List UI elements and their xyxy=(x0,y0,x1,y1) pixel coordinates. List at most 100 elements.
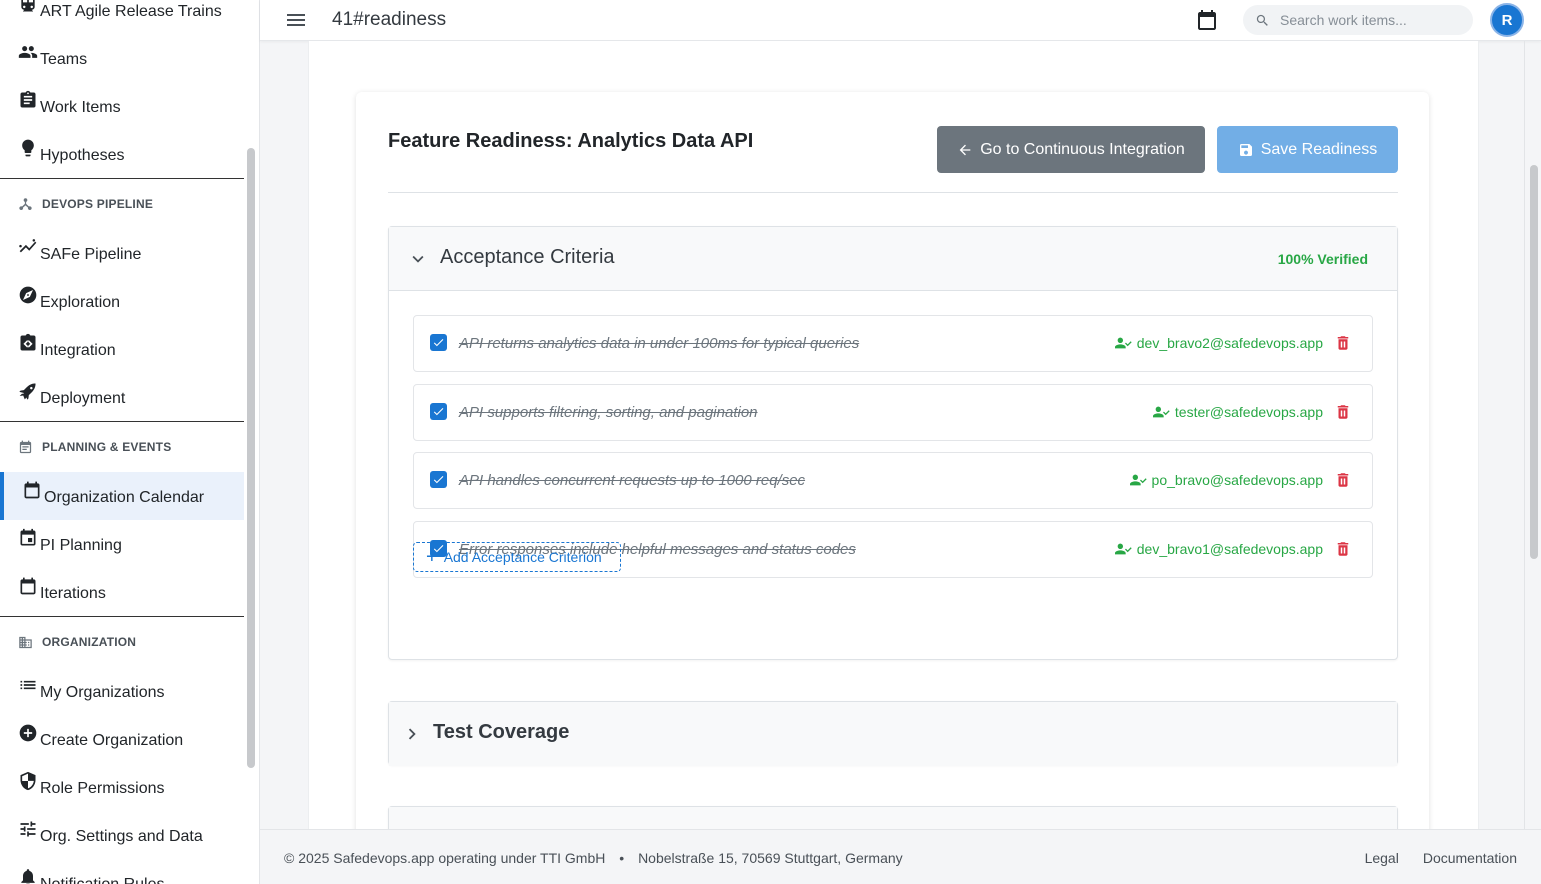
legal-link[interactable]: Legal xyxy=(1365,850,1399,866)
card-title: Feature Readiness: Analytics Data API xyxy=(388,130,754,152)
acceptance-criteria-header[interactable]: Acceptance Criteria 100% Verified xyxy=(389,227,1397,291)
footer-separator: • xyxy=(619,850,625,866)
acceptance-criteria-title: Acceptance Criteria xyxy=(440,246,615,268)
sidebar-item-label: PI Planning xyxy=(40,537,122,554)
sidebar-item-teams[interactable]: Teams xyxy=(0,34,244,82)
trash-icon[interactable] xyxy=(1334,540,1352,558)
sidebar-item-my-organizations[interactable]: My Organizations xyxy=(0,667,244,715)
list-icon xyxy=(18,675,40,697)
calendar-icon xyxy=(22,480,44,502)
sidebar-item-label: Role Permissions xyxy=(40,780,165,797)
user-check-icon xyxy=(1152,406,1170,418)
trash-icon[interactable] xyxy=(1334,334,1352,352)
chart-line-icon xyxy=(18,237,40,259)
criterion-text[interactable]: API returns analytics data in under 100m… xyxy=(459,335,859,352)
save-readiness-button[interactable]: Save Readiness xyxy=(1217,126,1398,173)
assignee-email: dev_bravo1@safedevops.app xyxy=(1136,541,1323,557)
sidebar-item-label: Integration xyxy=(40,342,116,359)
code-file-icon xyxy=(18,333,40,355)
trash-icon[interactable] xyxy=(1334,403,1352,421)
sidebar-item-label: Notification Rules xyxy=(40,876,165,884)
tune-icon xyxy=(18,819,40,841)
next-panel-header[interactable] xyxy=(389,807,1397,829)
main-content: Feature Readiness: Analytics Data API Go… xyxy=(260,41,1541,829)
criterion-text[interactable]: API supports filtering, sorting, and pag… xyxy=(459,404,758,421)
save-readiness-label: Save Readiness xyxy=(1260,140,1378,158)
search-input[interactable] xyxy=(1280,12,1460,28)
event-note-icon xyxy=(18,440,42,455)
add-criterion-label: Add Acceptance Criterion xyxy=(443,549,602,565)
criterion-assignee[interactable]: dev_bravo1@safedevops.app xyxy=(1114,541,1323,557)
address-text: Nobelstraße 15, 70569 Stuttgart, Germany xyxy=(638,850,903,866)
test-coverage-title: Test Coverage xyxy=(433,721,570,743)
criterion-assignee[interactable]: dev_bravo2@safedevops.app xyxy=(1114,335,1323,351)
sidebar-item-safe-pipeline[interactable]: SAFe Pipeline xyxy=(0,229,244,277)
check-icon xyxy=(433,339,444,347)
arrow-left-icon xyxy=(959,144,971,155)
sidebar-item-hypotheses[interactable]: Hypotheses xyxy=(0,130,244,178)
chevron-down-icon[interactable] xyxy=(407,248,429,270)
section-title: DEVOPS PIPELINE xyxy=(42,197,154,211)
sidebar-item-label: Organization Calendar xyxy=(44,489,205,506)
sidebar-item-iterations[interactable]: Iterations xyxy=(0,568,244,616)
sidebar-scrollbar[interactable] xyxy=(247,148,255,768)
trash-icon[interactable] xyxy=(1334,471,1352,489)
footer: © 2025 Safedevops.app operating under TT… xyxy=(260,829,1541,884)
menu-icon[interactable] xyxy=(284,8,308,32)
verified-badge: 100% Verified xyxy=(1277,251,1368,267)
criterion-text[interactable]: API handles concurrent requests up to 10… xyxy=(459,472,805,489)
sidebar-item-notification-rules[interactable]: Notification Rules xyxy=(0,859,244,884)
criterion-assignee[interactable]: po_bravo@safedevops.app xyxy=(1129,472,1323,488)
user-check-icon xyxy=(1114,337,1132,349)
sidebar-item-label: Iterations xyxy=(40,585,106,602)
criterion-checkbox[interactable] xyxy=(430,334,447,351)
main-scrollbar[interactable] xyxy=(1530,165,1538,559)
criterion-checkbox[interactable] xyxy=(430,471,447,488)
page-title: 41#readiness xyxy=(332,9,447,30)
sidebar-item-pi-planning[interactable]: PI Planning xyxy=(0,520,244,568)
section-organization: ORGANIZATION xyxy=(0,617,244,667)
sidebar-item-work-items[interactable]: Work Items xyxy=(0,82,244,130)
sidebar-item-label: ART Agile Release Trains xyxy=(40,3,222,20)
readiness-card: Feature Readiness: Analytics Data API Go… xyxy=(356,92,1429,829)
avatar[interactable]: R xyxy=(1490,3,1524,37)
lightbulb-icon xyxy=(18,138,40,160)
copyright-text: © 2025 Safedevops.app operating under TT… xyxy=(284,850,606,866)
sidebar-item-org-settings[interactable]: Org. Settings and Data xyxy=(0,811,244,859)
title-divider xyxy=(388,192,1398,193)
criterion-assignee[interactable]: tester@safedevops.app xyxy=(1152,404,1323,420)
assignee-email: tester@safedevops.app xyxy=(1174,404,1323,420)
sidebar-item-organization-calendar[interactable]: Organization Calendar xyxy=(0,472,244,520)
sidebar-item-create-organization[interactable]: Create Organization xyxy=(0,715,244,763)
footer-copyright: © 2025 Safedevops.app operating under TT… xyxy=(284,850,903,866)
plus-circle-icon xyxy=(18,723,40,745)
sidebar-item-role-permissions[interactable]: Role Permissions xyxy=(0,763,244,811)
add-acceptance-criterion-button[interactable]: + Add Acceptance Criterion xyxy=(413,542,621,572)
rocket-icon xyxy=(18,381,40,403)
sidebar-item-exploration[interactable]: Exploration xyxy=(0,277,244,325)
sidebar-item-label: Hypotheses xyxy=(40,147,125,164)
sidebar-item-deployment[interactable]: Deployment xyxy=(0,373,244,421)
footer-links: Legal Documentation xyxy=(1365,850,1517,866)
criterion-row: API returns analytics data in under 100m… xyxy=(413,315,1373,372)
calendar-event-icon xyxy=(18,528,40,550)
test-coverage-header[interactable]: Test Coverage xyxy=(389,702,1397,766)
calendar-blank-icon xyxy=(18,576,40,598)
sidebar-item-integration[interactable]: Integration xyxy=(0,325,244,373)
sidebar-item-label: Create Organization xyxy=(40,732,184,749)
calendar-icon[interactable] xyxy=(1195,8,1219,32)
chevron-right-icon[interactable] xyxy=(401,723,423,745)
go-to-ci-label: Go to Continuous Integration xyxy=(980,140,1185,158)
compass-icon xyxy=(18,285,40,307)
sidebar-item-art[interactable]: ART Agile Release Trains xyxy=(0,0,244,34)
search-icon xyxy=(1256,14,1268,26)
sidebar: ART Agile Release Trains Teams Work Item… xyxy=(0,0,260,884)
pipeline-icon xyxy=(18,197,42,212)
search-box[interactable] xyxy=(1243,5,1473,35)
section-title: PLANNING & EVENTS xyxy=(42,440,172,454)
bell-icon xyxy=(18,867,40,884)
section-planning-events: PLANNING & EVENTS xyxy=(0,422,244,472)
documentation-link[interactable]: Documentation xyxy=(1423,850,1517,866)
go-to-ci-button[interactable]: Go to Continuous Integration xyxy=(937,126,1205,173)
criterion-checkbox[interactable] xyxy=(430,403,447,420)
